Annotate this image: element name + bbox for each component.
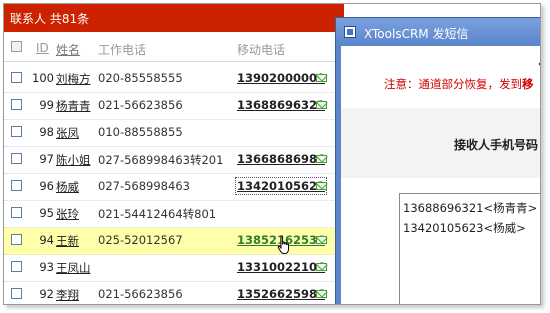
- row-name-link[interactable]: 王新: [56, 233, 79, 249]
- row-name-link[interactable]: 李翔: [56, 287, 79, 303]
- table-row: 95 张玲 021-54412464转801: [4, 201, 344, 228]
- row-mobile-link[interactable]: 13526625986: [237, 287, 325, 301]
- notice-bold-text: 移: [522, 77, 534, 91]
- row-id: 98: [39, 125, 54, 139]
- row-id: 97: [39, 152, 54, 166]
- row-work-phone: 021-56623856: [98, 287, 183, 301]
- table-row: 92 李翔 021-56623856 13526625986: [4, 282, 344, 304]
- column-name[interactable]: 姓名: [56, 41, 80, 58]
- table-row: 97 陈小姐 027-568998463转201 13668686986: [4, 147, 344, 174]
- dialog-title: XToolsCRM 发短信: [364, 27, 469, 41]
- table-row: 100 刘梅方 020-85558555 13902000000: [4, 66, 344, 93]
- table-row: 93 王凤山 13310022106: [4, 255, 344, 282]
- mail-icon[interactable]: [316, 263, 327, 271]
- row-work-phone: 027-568998463转201: [98, 153, 224, 167]
- recipient-header-band: 接收人手机号码: [341, 108, 540, 178]
- mail-icon[interactable]: [316, 290, 327, 298]
- row-id: 94: [39, 233, 54, 247]
- row-checkbox[interactable]: [11, 288, 22, 299]
- dialog-titlebar[interactable]: XToolsCRM 发短信: [336, 18, 540, 46]
- row-name-link[interactable]: 杨青青: [56, 98, 91, 114]
- row-work-phone: 021-54412464转801: [98, 207, 217, 221]
- table-row: 96 杨威 027-568998463 13420105623: [4, 174, 344, 201]
- column-work-phone: 工作电话: [98, 43, 147, 57]
- window-icon: [344, 26, 356, 38]
- row-name-link[interactable]: 刘梅方: [56, 71, 91, 87]
- row-work-phone: 025-52012567: [98, 233, 183, 247]
- recipients-textarea[interactable]: 13688696321<杨青青> 13420105623<杨威>: [399, 193, 540, 304]
- row-name-link[interactable]: 张玲: [56, 206, 79, 222]
- recipient-entry: 13420105623<杨威>: [403, 221, 526, 235]
- mail-icon[interactable]: [316, 236, 327, 244]
- recipient-entry: 13688696321<杨青青>: [403, 201, 538, 215]
- row-id: 99: [39, 98, 54, 112]
- send-sms-dialog: XToolsCRM 发短信 ✥ 注意：通道部分恢复，发到移 接收人手机号码 13…: [335, 17, 540, 304]
- diamond-icon: ✥: [538, 58, 540, 71]
- select-all-checkbox[interactable]: [11, 41, 22, 52]
- row-name-link[interactable]: 陈小姐: [56, 152, 91, 168]
- list-header: ID 姓名 工作电话 移动电话: [4, 34, 344, 62]
- row-id: 92: [39, 287, 54, 301]
- row-name-link[interactable]: 杨威: [56, 179, 79, 195]
- row-mobile-link[interactable]: 13420105623: [234, 177, 328, 195]
- row-checkbox[interactable]: [11, 261, 22, 272]
- row-checkbox[interactable]: [11, 72, 22, 83]
- notice-text: 注意：通道部分恢复，发到: [384, 77, 522, 91]
- table-row: 99 杨青青 021-56623856 13688696321: [4, 93, 344, 120]
- mail-icon[interactable]: [316, 101, 327, 109]
- row-mobile-link[interactable]: 13688696321: [237, 98, 325, 112]
- row-mobile-link[interactable]: 13668686986: [237, 152, 325, 166]
- row-id: 93: [39, 260, 54, 274]
- row-work-phone: 010-88558855: [98, 125, 183, 139]
- mail-icon[interactable]: [316, 182, 327, 190]
- row-id: 95: [39, 206, 54, 220]
- row-name-link[interactable]: 张凤: [56, 125, 79, 141]
- row-work-phone: 020-85558555: [98, 71, 183, 85]
- table-row: 98 张凤 010-88558855: [4, 120, 344, 147]
- mail-icon[interactable]: [316, 74, 327, 82]
- hand-cursor-icon: [277, 235, 289, 254]
- row-work-phone: 021-56623856: [98, 98, 183, 112]
- row-mobile-link[interactable]: 13310022106: [237, 260, 325, 274]
- row-id: 100: [32, 71, 54, 85]
- screenshot-frame: 联系人 共81条 ID 姓名 工作电话 移动电话 100 刘梅方 020-855…: [3, 3, 541, 305]
- row-name-link[interactable]: 王凤山: [56, 260, 91, 276]
- row-id: 96: [39, 179, 54, 193]
- row-checkbox[interactable]: [11, 153, 22, 164]
- row-mobile-link[interactable]: 13902000000: [237, 71, 325, 85]
- dialog-body: ✥ 注意：通道部分恢复，发到移 接收人手机号码 13688696321<杨青青>…: [341, 46, 540, 304]
- mail-icon[interactable]: [316, 155, 327, 163]
- row-checkbox[interactable]: [11, 180, 22, 191]
- row-checkbox[interactable]: [11, 126, 22, 137]
- table-row-highlighted: 94 王新 025-52012567 13852162536: [4, 228, 344, 255]
- list-title: 联系人 共81条: [10, 12, 90, 26]
- row-checkbox[interactable]: [11, 234, 22, 245]
- contact-table: 100 刘梅方 020-85558555 13902000000 99 杨青青 …: [4, 66, 344, 304]
- row-checkbox[interactable]: [11, 99, 22, 110]
- channel-notice: 注意：通道部分恢复，发到移: [384, 76, 534, 92]
- row-checkbox[interactable]: [11, 207, 22, 218]
- list-titlebar: 联系人 共81条: [4, 4, 344, 32]
- column-mobile: 移动电话: [237, 43, 286, 57]
- row-work-phone: 027-568998463: [98, 179, 190, 193]
- column-id[interactable]: ID: [36, 41, 49, 55]
- recipients-label: 接收人手机号码: [454, 138, 539, 152]
